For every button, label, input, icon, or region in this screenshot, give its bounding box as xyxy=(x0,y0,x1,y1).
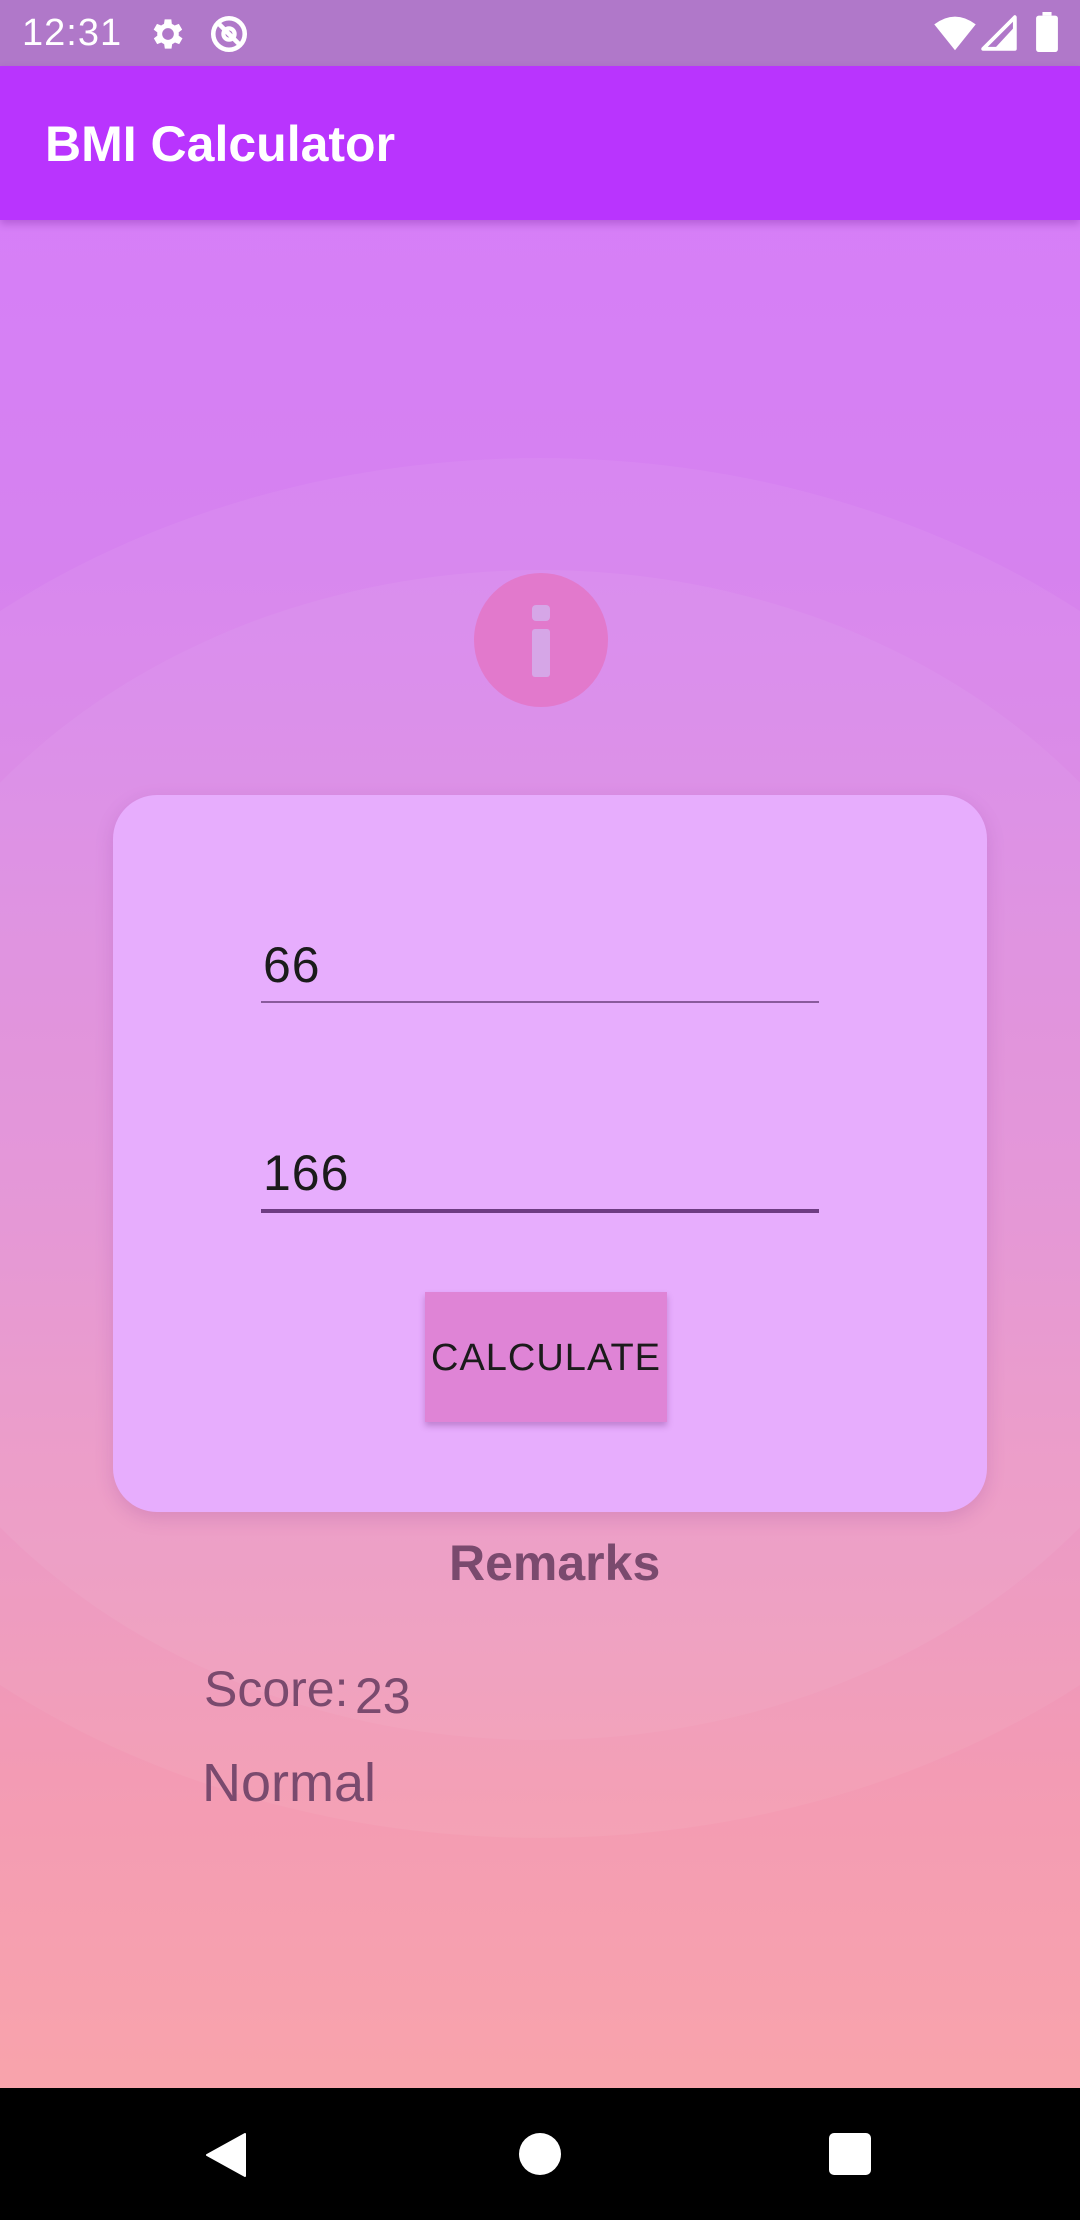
navigation-bar xyxy=(0,2088,1080,2220)
score-label: Score: xyxy=(204,1661,349,1717)
height-input-value: 166 xyxy=(263,1145,350,1201)
app-title: BMI Calculator xyxy=(45,116,396,172)
bmi-status: Normal xyxy=(202,1753,377,1813)
status-time: 12:31 xyxy=(22,12,123,54)
back-icon[interactable] xyxy=(205,2132,247,2178)
score-value: 23 xyxy=(355,1668,411,1724)
screen: 12:31 BMI Calculator 66 166 CALCULATE Re… xyxy=(0,0,1080,2220)
info-icon-dot xyxy=(532,605,550,621)
info-icon[interactable] xyxy=(474,573,608,707)
sync-icon xyxy=(210,15,248,53)
input-card: 66 166 CALCULATE xyxy=(113,795,987,1512)
recents-icon[interactable] xyxy=(829,2133,871,2175)
home-icon[interactable] xyxy=(519,2133,561,2175)
battery-icon xyxy=(1036,12,1058,52)
remarks-title: Remarks xyxy=(449,1535,661,1591)
height-input[interactable]: 166 xyxy=(261,1133,819,1213)
weight-input[interactable]: 66 xyxy=(261,925,819,1003)
app-bar: BMI Calculator xyxy=(0,66,1080,220)
weight-input-value: 66 xyxy=(263,937,321,993)
status-bar: 12:31 xyxy=(0,0,1080,66)
calculate-button[interactable]: CALCULATE xyxy=(425,1292,667,1422)
signal-icon xyxy=(981,15,1017,51)
gear-icon xyxy=(153,19,183,49)
wifi-icon xyxy=(934,16,976,51)
info-icon-bar xyxy=(532,629,550,677)
